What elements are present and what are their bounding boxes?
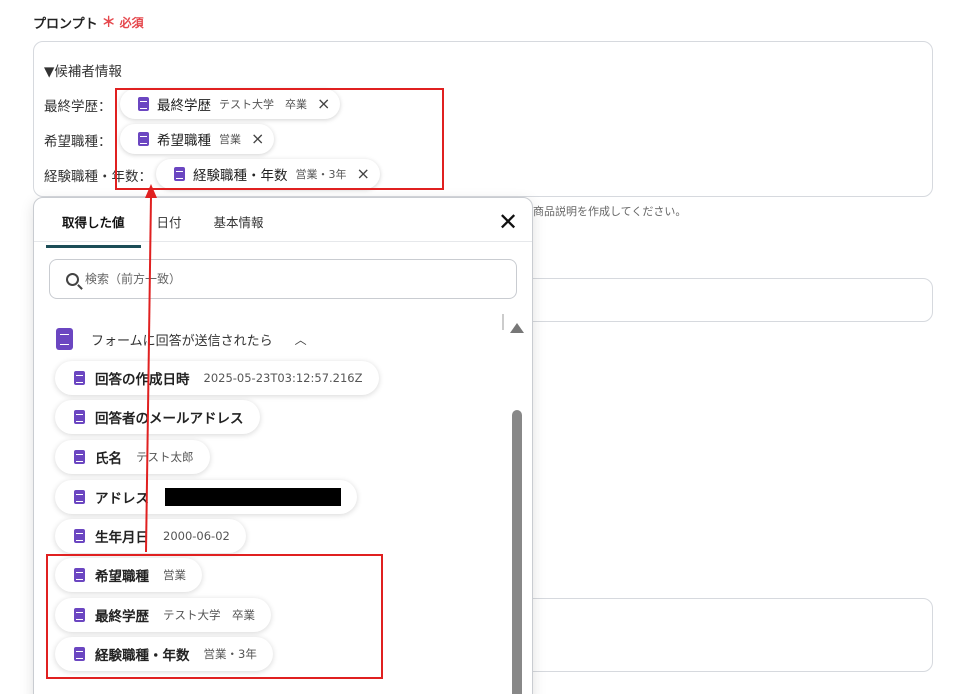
form-icon bbox=[74, 490, 85, 504]
scroll-track-mark bbox=[502, 314, 504, 330]
item-name: 生年月日 bbox=[95, 530, 149, 546]
variable-chip-education[interactable]: 最終学歴 テスト大学 卒業 × bbox=[120, 89, 341, 119]
required-asterisk: ＊ bbox=[101, 15, 116, 31]
variable-chip-desired-job[interactable]: 希望職種 営業 × bbox=[120, 124, 275, 154]
tab-date[interactable]: 日付 bbox=[141, 212, 198, 248]
variable-item[interactable]: 経験職種・年数 営業・3年 bbox=[55, 637, 273, 671]
chip-value: 営業・3年 bbox=[295, 168, 347, 181]
remove-chip-icon[interactable]: × bbox=[317, 96, 330, 112]
search-icon bbox=[66, 272, 79, 286]
form-icon bbox=[174, 167, 185, 181]
item-value: 営業・3年 bbox=[203, 647, 257, 661]
redaction-bar bbox=[165, 488, 341, 506]
variable-item[interactable]: 最終学歴 テスト大学 卒業 bbox=[55, 598, 271, 632]
form-icon bbox=[138, 132, 149, 146]
item-name: 希望職種 bbox=[95, 569, 149, 585]
variable-chip-experience[interactable]: 経験職種・年数 営業・3年 × bbox=[156, 159, 380, 189]
item-name: アドレス bbox=[95, 491, 149, 507]
form-icon bbox=[74, 568, 85, 582]
scroll-up-arrow-icon[interactable] bbox=[510, 323, 524, 333]
item-value: 2025-05-23T03:12:57.216Z bbox=[203, 371, 363, 385]
tab-basic-info[interactable]: 基本情報 bbox=[198, 212, 280, 248]
chip-name: 希望職種 bbox=[157, 133, 211, 149]
field-label-text: プロンプト bbox=[33, 16, 98, 32]
tab-acquired-values[interactable]: 取得した値 bbox=[46, 212, 141, 248]
item-value: テスト太郎 bbox=[136, 450, 194, 464]
remove-chip-icon[interactable]: × bbox=[357, 166, 370, 182]
form-trigger-group-header[interactable]: フォームに回答が送信されたら ︿ bbox=[56, 328, 307, 350]
variable-item[interactable]: 回答の作成日時 2025-05-23T03:12:57.216Z bbox=[55, 361, 379, 395]
prompt-row-label-education: 最終学歴： bbox=[44, 99, 112, 115]
helper-text: 商品説明を作成してください。 bbox=[533, 205, 687, 218]
item-value: テスト大学 卒業 bbox=[163, 608, 255, 622]
variable-item[interactable]: 回答者のメールアドレス bbox=[55, 400, 260, 434]
chip-name: 最終学歴 bbox=[157, 98, 211, 114]
variable-item[interactable]: アドレス bbox=[55, 480, 357, 514]
form-icon bbox=[56, 328, 73, 350]
item-value: 営業 bbox=[163, 568, 186, 582]
form-icon bbox=[74, 647, 85, 661]
variable-item[interactable]: 氏名 テスト太郎 bbox=[55, 440, 210, 474]
chevron-up-icon[interactable]: ︿ bbox=[295, 331, 307, 348]
form-icon bbox=[74, 529, 85, 543]
item-name: 最終学歴 bbox=[95, 609, 149, 625]
chip-name: 経験職種・年数 bbox=[193, 168, 288, 184]
scrollbar-thumb[interactable] bbox=[512, 410, 522, 694]
tab-divider bbox=[34, 241, 532, 242]
chip-value: 営業 bbox=[219, 133, 241, 146]
chip-value: テスト大学 卒業 bbox=[219, 98, 307, 111]
item-name: 回答の作成日時 bbox=[95, 372, 190, 388]
background-input-field[interactable] bbox=[520, 598, 933, 672]
variable-item[interactable]: 生年月日 2000-06-02 bbox=[55, 519, 246, 553]
required-text: 必須 bbox=[119, 15, 144, 30]
variable-item[interactable]: 希望職種 営業 bbox=[55, 558, 202, 592]
prompt-field-label: プロンプト ＊ 必須 bbox=[33, 12, 144, 32]
item-name: 経験職種・年数 bbox=[95, 648, 190, 664]
search-box[interactable] bbox=[49, 259, 517, 299]
item-name: 回答者のメールアドレス bbox=[95, 411, 244, 427]
remove-chip-icon[interactable]: × bbox=[251, 131, 264, 147]
item-value: 2000-06-02 bbox=[163, 529, 230, 543]
variable-picker-panel: 取得した値 日付 基本情報 ✕ フォームに回答が送信されたら ︿ 回答の作成日時… bbox=[33, 197, 533, 694]
prompt-row-label-desired-job: 希望職種： bbox=[44, 134, 112, 150]
prompt-heading: ▼候補者情報 bbox=[44, 64, 122, 80]
background-input-field[interactable] bbox=[520, 278, 933, 322]
picker-tabs: 取得した値 日付 基本情報 bbox=[46, 212, 280, 248]
prompt-row-label-experience: 経験職種・年数： bbox=[44, 169, 152, 185]
form-icon bbox=[74, 450, 85, 464]
form-icon bbox=[138, 97, 149, 111]
form-icon bbox=[74, 608, 85, 622]
form-icon bbox=[74, 410, 85, 424]
form-icon bbox=[74, 371, 85, 385]
group-title: フォームに回答が送信されたら bbox=[91, 333, 273, 349]
search-input[interactable] bbox=[85, 272, 465, 286]
close-icon[interactable]: ✕ bbox=[498, 210, 518, 234]
item-name: 氏名 bbox=[95, 451, 122, 467]
